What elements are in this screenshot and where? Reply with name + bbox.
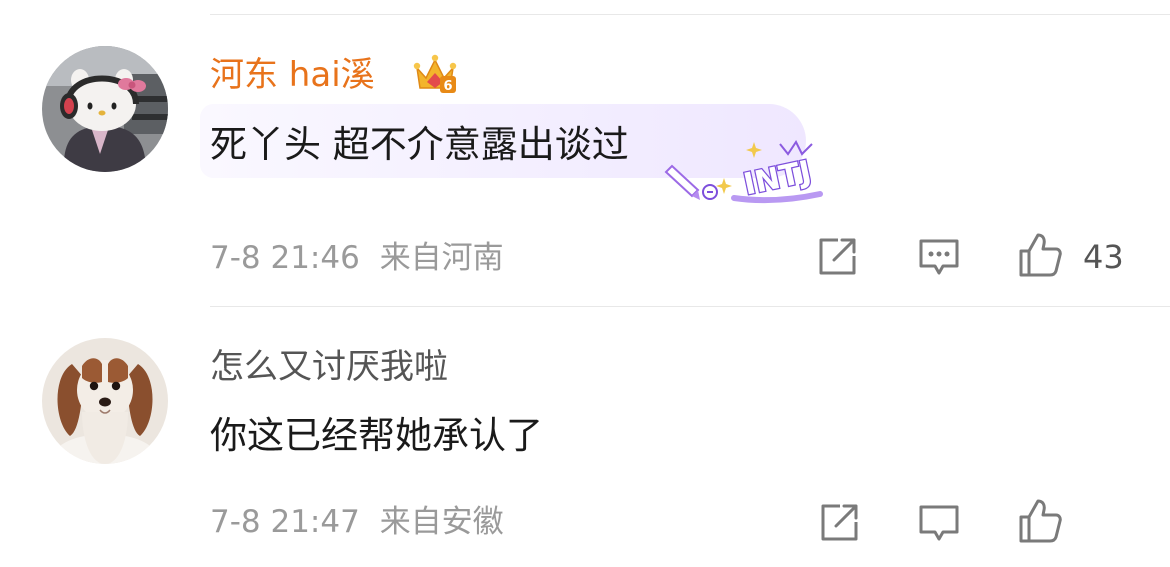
top-divider (210, 14, 1170, 15)
comment-meta: 7-8 21:47 来自安徽 (210, 502, 504, 542)
reply-button[interactable] (914, 500, 964, 546)
comment-meta: 7-8 21:46 来自河南 (210, 238, 504, 278)
avatar[interactable] (42, 338, 168, 464)
avatar[interactable] (42, 46, 168, 172)
comment-text: 死丫头 超不介意露出谈过 (210, 123, 629, 166)
comment-icon (919, 239, 959, 275)
like-button[interactable] (1014, 496, 1066, 546)
like-button[interactable] (1014, 230, 1066, 280)
location: 来自安徽 (379, 504, 504, 540)
crown-badge-icon: 6 (412, 52, 458, 96)
like-count: 43 (1083, 238, 1124, 276)
share-button[interactable] (814, 234, 860, 280)
comment-icon (919, 505, 959, 541)
share-button[interactable] (816, 500, 862, 546)
reply-button[interactable] (914, 234, 964, 280)
share-icon (819, 238, 856, 275)
thumbs-up-icon (1019, 233, 1062, 277)
username[interactable]: 河东 hai溪 (210, 53, 375, 97)
username[interactable]: 怎么又讨厌我啦 (210, 345, 448, 389)
comment-divider (210, 306, 1170, 307)
avatar-image (42, 46, 168, 172)
timestamp: 7-8 21:46 (210, 240, 360, 276)
timestamp: 7-8 21:47 (210, 504, 360, 540)
mbti-sticker: INTJ (662, 138, 824, 206)
location: 来自河南 (379, 240, 504, 276)
comment-text: 你这已经帮她承认了 (210, 414, 543, 457)
avatar-image (42, 338, 168, 464)
share-icon (821, 504, 858, 541)
thumbs-up-icon (1019, 499, 1062, 543)
badge-level: 6 (443, 79, 452, 94)
